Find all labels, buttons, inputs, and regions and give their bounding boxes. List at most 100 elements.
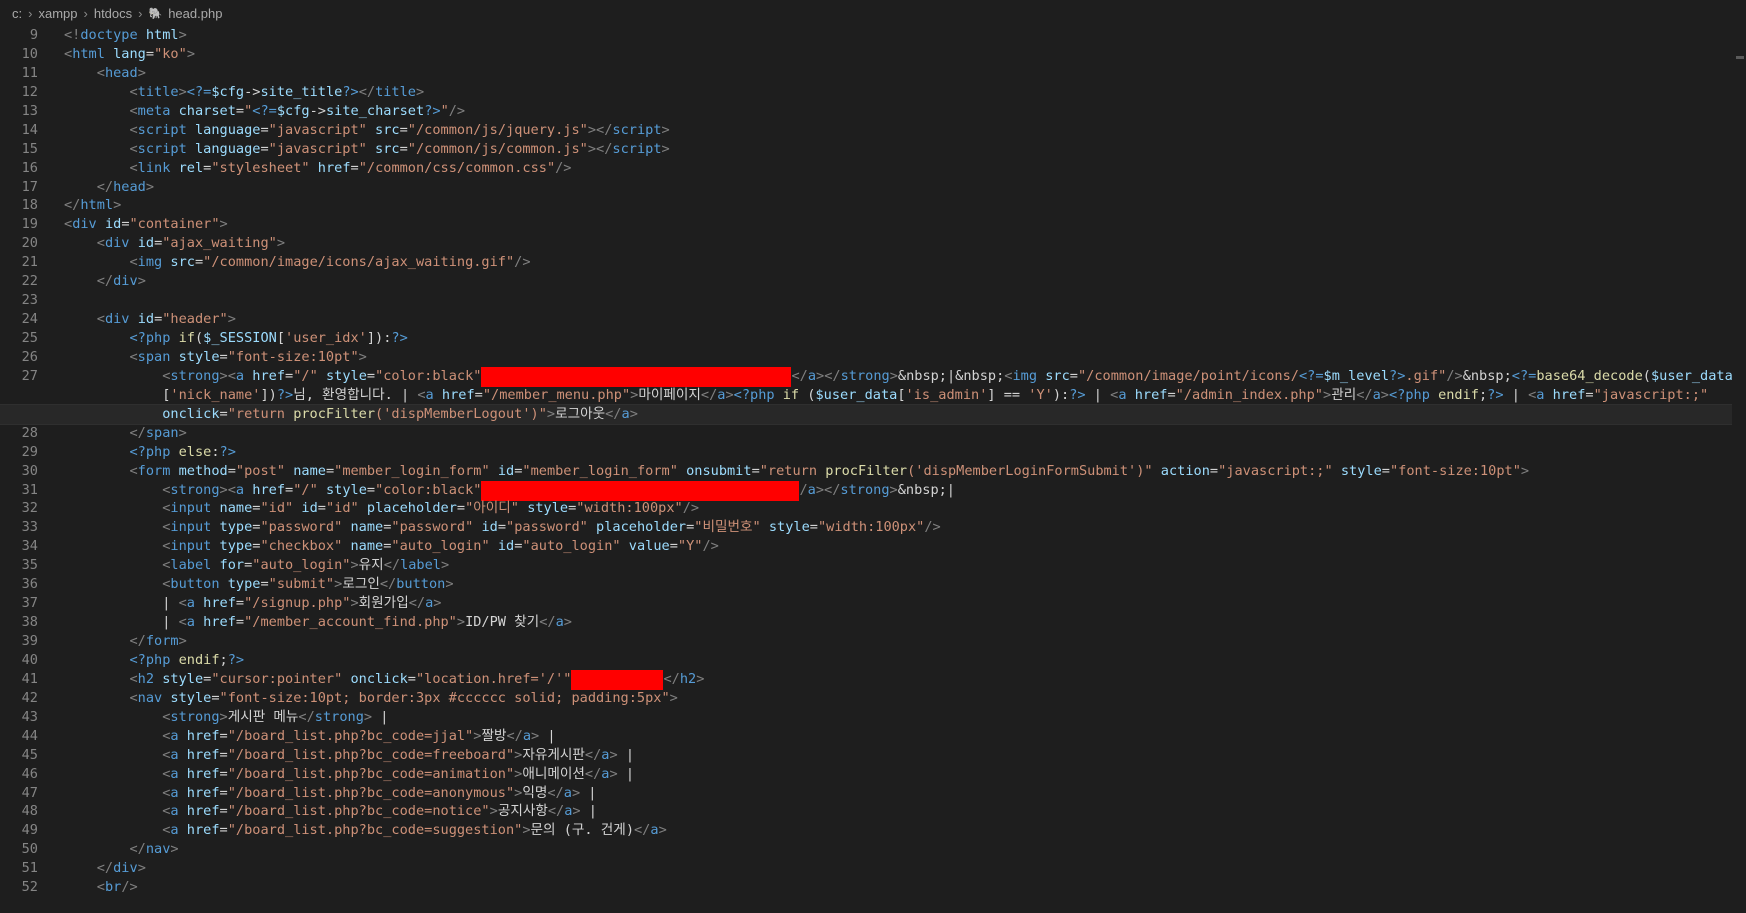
line-number: 11 [21,64,38,81]
code-text: <div id="ajax_waiting"> [96,235,286,252]
code-text: <a href="/board_list.php?bc_code=suggest… [162,822,667,839]
code-text: <html lang="ko"> [64,45,195,62]
redaction-box [481,480,800,501]
code-line[interactable]: 49 <a href="/board_list.php?bc_code=sugg… [0,821,1746,840]
line-number: 17 [21,178,38,195]
line-number: 15 [21,140,38,157]
code-text: <?php if($_SESSION['user_idx']):?> [129,330,408,346]
code-text: <input type="checkbox" name="auto_login"… [162,538,719,555]
code-text: <a href="/board_list.php?bc_code=freeboa… [162,746,635,763]
line-number [0,386,38,405]
code-text: | <a href="/member_account_find.php">ID/… [64,614,572,631]
code-line[interactable]: 11 <head> [0,64,1746,83]
line-number: 27 [21,367,38,384]
code-line[interactable]: 23 [0,291,1746,310]
line-number: 24 [21,311,38,328]
code-line[interactable]: 46 <a href="/board_list.php?bc_code=anim… [0,765,1746,784]
code-line[interactable]: 20 <div id="ajax_waiting"> [0,234,1746,253]
code-text: <label for="auto_login">유지</label> [162,557,450,574]
code-line[interactable]: 37 | <a href="/signup.php">회원가입</a> [0,594,1746,613]
code-line[interactable]: 28 </span> [0,424,1746,443]
code-line[interactable]: 15 <script language="javascript" src="/c… [0,140,1746,159]
code-editor[interactable]: 9 <!doctype html> 10 <html lang="ko"> 11 <he… [0,26,1746,897]
code-line[interactable]: 47 <a href="/board_list.php?bc_code=anon… [0,784,1746,803]
code-text: <meta charset="<?=$cfg->site_charset?>"/… [129,102,466,119]
code-line[interactable]: 39 </form> [0,632,1746,651]
line-number: 42 [21,689,38,706]
line-number: 22 [21,273,38,290]
code-line[interactable]: ['nick_name'])?>님, 환영합니다. | <a href="/me… [0,386,1746,405]
code-line[interactable]: 33 <input type="password" name="password… [0,518,1746,537]
line-number: 34 [21,538,38,555]
code-line[interactable]: 32 <input name="id" id="id" placeholder=… [0,499,1746,518]
line-number: 23 [21,292,38,309]
code-line[interactable]: 13 <meta charset="<?=$cfg->site_charset?… [0,102,1746,121]
php-icon: 🐘 [148,7,163,20]
code-text: <!doctype html> [64,27,187,43]
breadcrumb-file[interactable]: head.php [168,6,222,21]
scrollbar-thumb-marker[interactable] [1736,56,1744,59]
code-line[interactable]: 25 <?php if($_SESSION['user_idx']):?> [0,329,1746,348]
code-line[interactable]: 19 <div id="container"> [0,215,1746,234]
code-text: <a href="/board_list.php?bc_code=notice"… [162,803,597,820]
line-number: 43 [21,708,38,725]
line-number: 16 [21,159,38,176]
line-number: 38 [21,614,38,631]
code-line[interactable]: 18 </html> [0,196,1746,215]
code-line[interactable]: 29 <?php else:?> [0,443,1746,462]
line-number: 47 [21,784,38,801]
breadcrumb-drive[interactable]: c: [12,6,22,21]
code-text: <input name="id" id="id" placeholder="아이… [162,500,700,517]
code-text: <form method="post" name="member_login_f… [129,462,1530,479]
code-line[interactable]: 48 <a href="/board_list.php?bc_code=noti… [0,802,1746,821]
code-text: onclick="return procFilter('dispMemberLo… [162,405,638,422]
line-number: 40 [21,651,38,668]
code-line[interactable]: 40 <?php endif;?> [0,651,1746,670]
line-number: 21 [21,254,38,271]
code-line[interactable]: 21 <img src="/common/image/icons/ajax_wa… [0,253,1746,272]
code-line[interactable]: 10 <html lang="ko"> [0,45,1746,64]
code-line[interactable]: 36 <button type="submit">로그인</button> [0,575,1746,594]
code-line[interactable]: 31 <strong><a href="/" style="color:blac… [0,480,1746,501]
code-text: <strong><a href="/" style="color:black" <… [38,366,1746,387]
code-line[interactable]: 12 <title><?=$cfg->site_title?></title> [0,83,1746,102]
line-number: 33 [21,519,38,536]
code-line[interactable]: 16 <link rel="stylesheet" href="/common/… [0,159,1746,178]
code-line[interactable]: 9 <!doctype html> [0,26,1746,45]
line-number: 19 [21,216,38,233]
code-line[interactable]: 14 <script language="javascript" src="/c… [0,121,1746,140]
code-line[interactable]: onclick="return procFilter('dispMemberLo… [0,403,1746,425]
code-line[interactable]: 41 <h2 style="cursor:pointer" onclick="l… [0,669,1746,690]
code-line[interactable]: 30 <form method="post" name="member_logi… [0,462,1746,481]
code-line[interactable]: 35 <label for="auto_login">유지</label> [0,556,1746,575]
code-line[interactable]: 26 <span style="font-size:10pt"> [0,348,1746,367]
code-line[interactable]: 17 </head> [0,178,1746,197]
code-line[interactable]: 42 <nav style="font-size:10pt; border:3p… [0,689,1746,708]
breadcrumb-folder-htdocs[interactable]: htdocs [94,6,132,21]
code-text: </nav> [129,841,179,858]
code-line[interactable]: 27 <strong><a href="/" style="color:blac… [0,366,1746,387]
breadcrumb-folder-xampp[interactable]: xampp [38,6,77,21]
line-number: 35 [21,557,38,574]
code-line[interactable]: 34 <input type="checkbox" name="auto_log… [0,537,1746,556]
chevron-right-icon: › [28,5,33,21]
chevron-right-icon: › [83,5,88,21]
code-line[interactable]: 52 <br/> [0,878,1746,897]
line-number: 48 [21,803,38,820]
redaction-box [571,669,664,690]
code-text: </div> [96,860,146,877]
code-line[interactable]: 38 | <a href="/member_account_find.php">… [0,613,1746,632]
code-text: ['nick_name'])?>님, 환영합니다. | <a href="/me… [64,386,1709,403]
line-number: 9 [29,27,38,43]
code-line[interactable]: 45 <a href="/board_list.php?bc_code=free… [0,746,1746,765]
vertical-scrollbar[interactable] [1732,26,1746,913]
line-number: 39 [21,633,38,649]
code-line[interactable]: 51 </div> [0,859,1746,878]
code-line[interactable]: 50 </nav> [0,840,1746,859]
code-line[interactable]: 24 <div id="header"> [0,310,1746,329]
code-line[interactable]: 44 <a href="/board_list.php?bc_code=jjal… [0,727,1746,746]
code-text: <img src="/common/image/icons/ajax_waiti… [129,254,531,271]
code-line[interactable]: 22 </div> [0,272,1746,291]
chevron-right-icon: › [138,5,143,21]
code-line[interactable]: 43 <strong>게시판 메뉴</strong> | [0,708,1746,727]
